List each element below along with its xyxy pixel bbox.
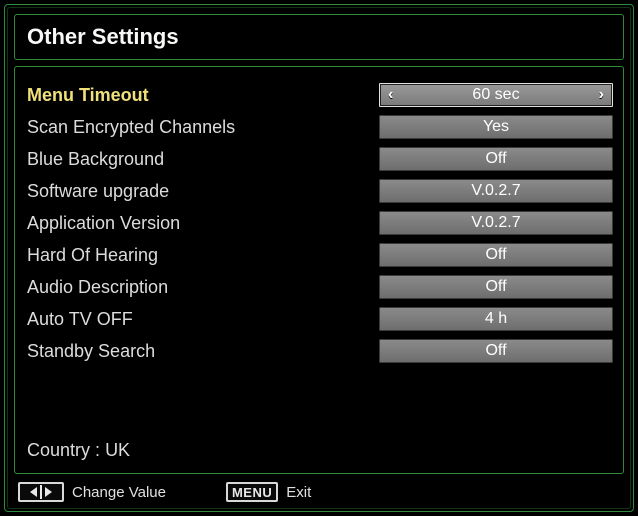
settings-row-label: Scan Encrypted Channels bbox=[25, 117, 379, 138]
settings-row[interactable]: Scan Encrypted Channels Yes bbox=[25, 111, 613, 143]
country-separator: : bbox=[95, 440, 105, 460]
settings-row-label: Menu Timeout bbox=[25, 85, 379, 106]
settings-value: V.0.2.7 bbox=[471, 182, 520, 200]
left-right-key-icon bbox=[18, 482, 64, 502]
hint-exit: MENU Exit bbox=[226, 482, 311, 502]
country-label: Country bbox=[27, 440, 90, 460]
settings-row[interactable]: Software upgrade V.0.2.7 bbox=[25, 175, 613, 207]
settings-row[interactable]: Hard Of Hearing Off bbox=[25, 239, 613, 271]
settings-row[interactable]: Blue Background Off bbox=[25, 143, 613, 175]
settings-row[interactable]: Auto TV OFF 4 h bbox=[25, 303, 613, 335]
settings-value: Off bbox=[485, 246, 506, 264]
settings-value-box[interactable]: 4 h bbox=[379, 307, 613, 331]
settings-value: V.0.2.7 bbox=[471, 214, 520, 232]
settings-value-box[interactable]: V.0.2.7 bbox=[379, 211, 613, 235]
title-bar: Other Settings bbox=[14, 14, 624, 60]
menu-key-icon: MENU bbox=[226, 482, 278, 502]
settings-value-box[interactable]: Off bbox=[379, 339, 613, 363]
page-title: Other Settings bbox=[27, 24, 179, 50]
settings-row-label: Standby Search bbox=[25, 341, 379, 362]
settings-row[interactable]: Application Version V.0.2.7 bbox=[25, 207, 613, 239]
hint-change-value: Change Value bbox=[18, 482, 166, 502]
settings-row-label: Hard Of Hearing bbox=[25, 245, 379, 266]
settings-value: 4 h bbox=[485, 310, 507, 328]
settings-row-label: Application Version bbox=[25, 213, 379, 234]
settings-value-box[interactable]: Off bbox=[379, 275, 613, 299]
tv-settings-screen: Other Settings Menu Timeout ‹ 60 sec › Scan … bbox=[0, 0, 638, 516]
footer-hints: Change Value MENU Exit bbox=[18, 480, 620, 504]
country-value: UK bbox=[105, 440, 130, 460]
settings-row-label: Audio Description bbox=[25, 277, 379, 298]
settings-value: 60 sec bbox=[472, 86, 519, 104]
settings-value-box[interactable]: Off bbox=[379, 147, 613, 171]
settings-row[interactable]: Standby Search Off bbox=[25, 335, 613, 367]
settings-value-box[interactable]: Off bbox=[379, 243, 613, 267]
hint-change-value-label: Change Value bbox=[72, 484, 166, 501]
settings-panel: Menu Timeout ‹ 60 sec › Scan Encrypted Chann… bbox=[14, 66, 624, 474]
settings-value-box[interactable]: Yes bbox=[379, 115, 613, 139]
settings-row-label: Blue Background bbox=[25, 149, 379, 170]
settings-value-box[interactable]: ‹ 60 sec › bbox=[379, 83, 613, 107]
hint-exit-label: Exit bbox=[286, 484, 311, 501]
settings-value: Off bbox=[485, 342, 506, 360]
settings-value: Yes bbox=[483, 118, 509, 136]
chevron-left-icon[interactable]: ‹ bbox=[388, 87, 393, 103]
settings-row-label: Auto TV OFF bbox=[25, 309, 379, 330]
settings-value-box[interactable]: V.0.2.7 bbox=[379, 179, 613, 203]
settings-row[interactable]: Menu Timeout ‹ 60 sec › bbox=[25, 79, 613, 111]
country-row: Country : UK bbox=[27, 440, 130, 461]
settings-list[interactable]: Menu Timeout ‹ 60 sec › Scan Encrypted Chann… bbox=[25, 79, 613, 367]
settings-row-label: Software upgrade bbox=[25, 181, 379, 202]
settings-value: Off bbox=[485, 150, 506, 168]
chevron-right-icon[interactable]: › bbox=[599, 87, 604, 103]
settings-value: Off bbox=[485, 278, 506, 296]
settings-row[interactable]: Audio Description Off bbox=[25, 271, 613, 303]
